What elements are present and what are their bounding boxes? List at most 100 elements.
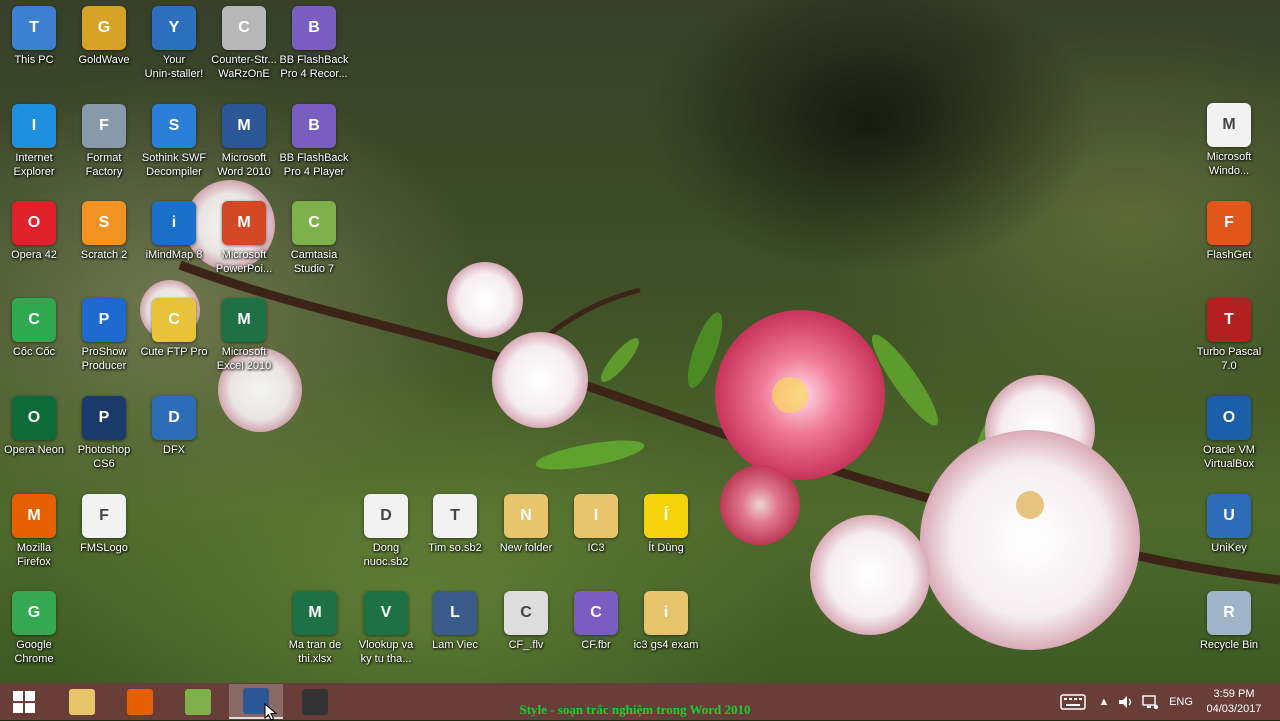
fmslogo-icon: F [82,494,126,538]
desktop-icon-label: Dong nuoc.sb2 [363,542,409,568]
network-icon [1142,694,1159,709]
goldwave-icon: G [82,6,126,50]
desktop-icon-counter-strike[interactable]: C Counter-Str... WaRzOnE [207,6,281,81]
desktop-icon-label: BB FlashBack Pro 4 Player [279,152,349,178]
desktop-icon-label: Cốc Cốc [12,346,56,358]
desktop-icon-goldwave[interactable]: G GoldWave [67,6,141,67]
scratch-icon: S [82,201,126,245]
desktop-icon-proshow[interactable]: P ProShow Producer [67,298,141,373]
sothink-icon: S [152,104,196,148]
language-indicator[interactable]: ENG [1164,683,1198,720]
desktop-icon-label: Tim so.sb2 [428,542,482,554]
desktop-icon-label: IC3 [587,542,605,554]
desktop-icon-powerpoint[interactable]: M Microsoft PowerPoi... [207,201,281,276]
desktop-icon-format-factory[interactable]: F Format Factory [67,104,141,179]
start-button[interactable] [0,683,48,720]
dfx-icon: D [152,396,196,440]
desktop-icon-computer[interactable]: T This PC [0,6,71,67]
keyboard-tray-button[interactable] [1058,683,1088,720]
counter-strike-icon: C [222,6,266,50]
flashback-recorder-icon: B [292,6,336,50]
desktop-icon-label: BB FlashBack Pro 4 Recor... [279,54,349,80]
computer-icon: T [12,6,56,50]
desktop-icon-imindmap[interactable]: i iMindMap 8 [137,201,211,262]
desktop-icon-scratch[interactable]: S Scratch 2 [67,201,141,262]
volume-button[interactable] [1116,683,1136,720]
desktop-icon-flv-file[interactable]: C CF_.flv [489,591,563,652]
desktop-icon-excel[interactable]: M Microsoft Excel 2010 [207,298,281,373]
desktop-icon-label: This PC [14,54,54,66]
taskbar-clock[interactable]: 3:59 PM 04/03/2017 [1196,687,1272,717]
desktop-icon-label: FMSLogo [80,542,128,554]
desktop-icon-recycle-bin[interactable]: R Recycle Bin [1192,591,1266,652]
desktop-icon-smiley[interactable]: Í Ít Dùng [629,494,703,555]
turbo-pascal-icon: T [1207,298,1251,342]
desktop-icon-label: Microsoft Excel 2010 [216,346,272,372]
desktop-icon-excel-file[interactable]: M Ma tran de thi.xlsx [278,591,352,666]
desktop-icon-word[interactable]: M Microsoft Word 2010 [207,104,281,179]
clock-date: 04/03/2017 [1206,703,1262,715]
file-explorer-icon [69,688,95,715]
overlay-caption: Style - soạn trắc nghiệm trong Word 2010 [519,702,751,717]
desktop-icon-virtualbox[interactable]: O Oracle VM VirtualBox [1192,396,1266,471]
desktop-icon-label: Microsoft PowerPoi... [215,249,273,275]
desktop-icon-cuteftp[interactable]: C Cute FTP Pro [137,298,211,359]
desktop-icon-fmslogo[interactable]: F FMSLogo [67,494,141,555]
desktop-icon-flashback-recorder[interactable]: B BB FlashBack Pro 4 Recor... [277,6,351,81]
desktop-icon-uninstaller[interactable]: Y Your Unin-staller! [137,6,211,81]
desktop-icon-opera-neon[interactable]: O Opera Neon [0,396,71,457]
desktop-icon-lam-viec[interactable]: L Lam Viec [418,591,492,652]
network-button[interactable] [1139,683,1161,720]
coccoc-icon: C [12,298,56,342]
desktop-icon-excel-file[interactable]: V Vlookup va ky tu tha... [349,591,423,666]
desktop-icon-label: Internet Explorer [13,152,55,178]
desktop-icon-dfx[interactable]: D DFX [137,396,211,457]
desktop-icon-label: Google Chrome [14,639,54,665]
uninstaller-icon: Y [152,6,196,50]
taskbar-button-firefox[interactable] [113,684,167,719]
firefox-icon [127,688,153,715]
desktop-icon-label: Your Unin-staller! [144,54,204,80]
windows-logo-file-icon: M [1207,103,1251,147]
desktop-icon-firefox[interactable]: M Mozilla Firefox [0,494,71,569]
desktop-icon-scratch-file[interactable]: T Tim so.sb2 [418,494,492,555]
desktop-icon-label: ProShow Producer [81,346,127,372]
scratch-file-icon: T [433,494,477,538]
desktop-icon-folder[interactable]: N New folder [489,494,563,555]
desktop-icon-fbr-file[interactable]: C CF.fbr [559,591,633,652]
opera-icon: O [12,201,56,245]
taskbar-button-camtasia[interactable] [171,684,225,719]
desktop-icon-folder[interactable]: I IC3 [559,494,633,555]
desktop-icon-label: FlashGet [1206,249,1252,261]
desktop-icon-label: Scratch 2 [80,249,128,261]
desktop-icon-flashget[interactable]: F FlashGet [1192,201,1266,262]
recycle-bin-icon: R [1207,591,1251,635]
excel-file-icon: V [364,591,408,635]
desktop-icon-folder[interactable]: i ic3 gs4 exam [629,591,703,652]
desktop-icon-label: ic3 gs4 exam [633,639,699,651]
show-hidden-icons-button[interactable]: ▲ [1096,683,1112,720]
taskbar-button-camera-recorder[interactable] [288,684,342,719]
desktop-icon-camtasia[interactable]: C Camtasia Studio 7 [277,201,351,276]
desktop-icon-turbo-pascal[interactable]: T Turbo Pascal 7.0 [1192,298,1266,373]
desktop-icon-sothink[interactable]: S Sothink SWF Decompiler [137,104,211,179]
fbr-file-icon: C [574,591,618,635]
desktop-icon-unikey[interactable]: U UniKey [1192,494,1266,555]
volume-icon [1119,695,1132,708]
keyboard-icon [1060,693,1086,710]
desktop-icon-flashback-player[interactable]: B BB FlashBack Pro 4 Player [277,104,351,179]
desktop-icon-label: Turbo Pascal 7.0 [1196,346,1262,372]
desktop-icon-internet-explorer[interactable]: I Internet Explorer [0,104,71,179]
desktop-icon-photoshop[interactable]: P Photoshop CS6 [67,396,141,471]
windows-start-icon [13,690,35,713]
opera-neon-icon: O [12,396,56,440]
taskbar-button-file-explorer[interactable] [55,684,109,719]
desktop-icon-label: iMindMap 8 [145,249,203,261]
desktop-icon-coccoc[interactable]: C Cốc Cốc [0,298,71,359]
desktop-icon-windows-logo-file[interactable]: M Microsoft Windo... [1192,103,1266,178]
desktop-icon-label: Vlookup va ky tu tha... [358,639,414,665]
desktop-icon-label: Opera 42 [11,249,57,261]
desktop-icon-chrome[interactable]: G Google Chrome [0,591,71,666]
desktop-icon-scratch-file[interactable]: D Dong nuoc.sb2 [349,494,423,569]
desktop-icon-opera[interactable]: O Opera 42 [0,201,71,262]
